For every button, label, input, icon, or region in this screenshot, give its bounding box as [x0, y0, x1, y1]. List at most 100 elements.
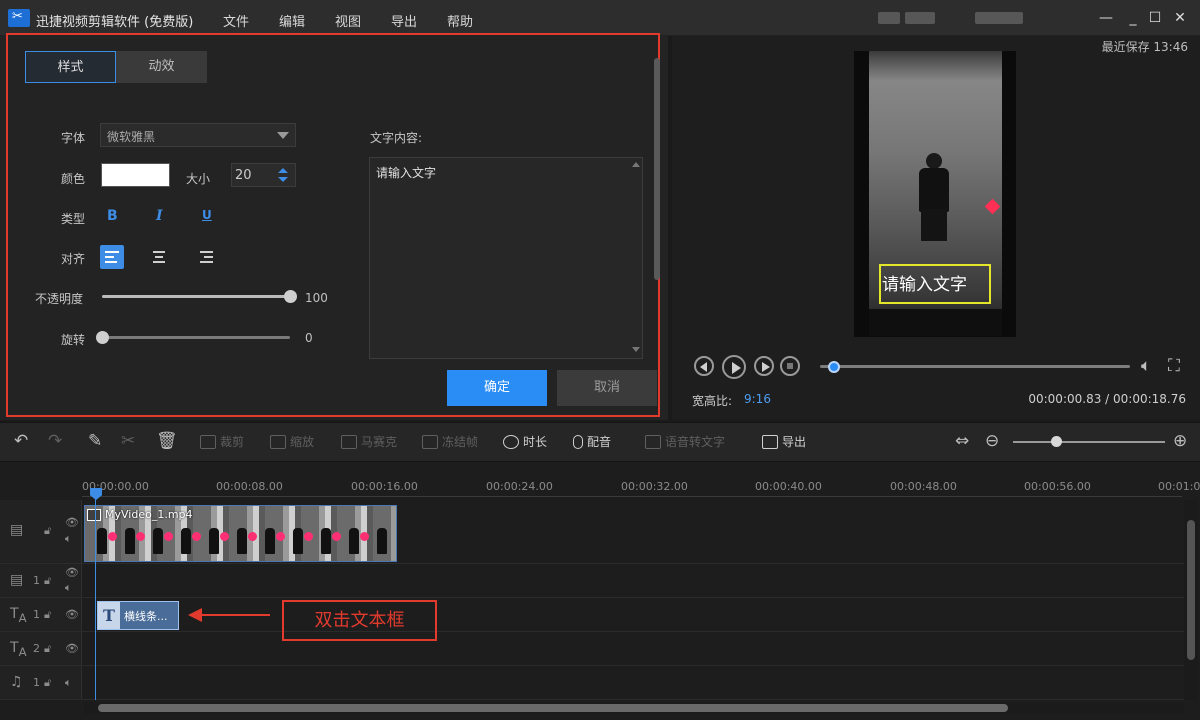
delete-icon[interactable]: 🗑︎: [156, 431, 178, 451]
ruler-tick: 00:00:24.00: [486, 480, 553, 493]
video-clip[interactable]: MyVideo_1.mp4: [84, 505, 397, 562]
mosaic-label: 马赛克: [361, 435, 398, 449]
font-select[interactable]: 微软雅黑: [100, 123, 296, 147]
textarea-scrollbar[interactable]: [632, 162, 640, 352]
menu-view[interactable]: 视图: [335, 11, 361, 30]
horizontal-scrollbar-thumb[interactable]: [98, 704, 1008, 712]
menu-file[interactable]: 文件: [223, 11, 249, 30]
color-picker[interactable]: [101, 163, 170, 187]
close-icon[interactable]: ✕: [1171, 9, 1189, 27]
underline-button[interactable]: U: [202, 208, 212, 222]
zoom-out-icon[interactable]: ⊖: [985, 431, 999, 451]
text-content-value: 请输入文字: [376, 166, 437, 180]
menu-export[interactable]: 导出: [391, 11, 417, 30]
eye-icon[interactable]: 👁︎: [65, 566, 79, 579]
stop-icon[interactable]: [780, 356, 800, 376]
speaker-icon[interactable]: 🔈︎: [65, 581, 72, 595]
panel-scrollbar[interactable]: [653, 46, 661, 360]
rotation-slider[interactable]: [102, 336, 290, 339]
align-center-button[interactable]: [147, 245, 171, 269]
opacity-slider[interactable]: [102, 295, 290, 298]
text-track-2[interactable]: TA 2 🔓︎ 👁︎: [0, 632, 1184, 666]
align-right-button[interactable]: [194, 245, 218, 269]
align-left-button[interactable]: [100, 245, 124, 269]
dub-button[interactable]: 配音: [573, 433, 611, 450]
freeze-frame-button[interactable]: 冻结帧: [422, 433, 478, 450]
mosaic-button[interactable]: 马赛克: [341, 433, 397, 450]
play-icon[interactable]: [722, 355, 746, 379]
video-clip-name: MyVideo_1.mp4: [105, 508, 193, 521]
crop-button[interactable]: 裁剪: [200, 433, 244, 450]
speech-to-text-button[interactable]: 语音转文字: [645, 433, 725, 450]
lock-icon[interactable]: 🔓︎: [44, 676, 51, 690]
lock-icon[interactable]: 🔓︎: [44, 642, 51, 656]
redo-icon[interactable]: ↷: [48, 431, 62, 451]
speaker-icon[interactable]: 🔈︎: [65, 676, 72, 690]
lock-icon[interactable]: 🔓︎: [44, 574, 51, 588]
annotation-arrow: [188, 608, 270, 622]
zoom-button[interactable]: 缩放: [270, 433, 314, 450]
export-label: 导出: [782, 435, 807, 449]
next-frame-icon[interactable]: [754, 356, 774, 376]
minimize-to-tray-icon[interactable]: _: [1124, 9, 1142, 27]
lock-icon[interactable]: 🔓︎: [44, 524, 51, 538]
video-top-gradient: [869, 51, 1002, 81]
fit-timeline-icon[interactable]: ⇔: [955, 431, 969, 451]
export-icon: [762, 435, 778, 449]
previous-frame-icon[interactable]: [694, 356, 714, 376]
speaker-icon[interactable]: 🔈︎: [65, 532, 72, 546]
timeline-zoom-handle[interactable]: [1051, 436, 1062, 447]
undo-icon[interactable]: ↶: [14, 431, 28, 451]
dub-label: 配音: [587, 435, 612, 449]
size-stepper[interactable]: 20: [231, 163, 296, 187]
panel-scrollbar-thumb[interactable]: [654, 58, 660, 280]
text-content-input[interactable]: 请输入文字: [369, 157, 643, 359]
eye-icon[interactable]: 👁︎: [65, 642, 79, 655]
volume-icon[interactable]: 🔈︎: [1141, 356, 1151, 376]
title-bar: 迅捷视频剪辑软件 (免费版) 文件 编辑 视图 导出 帮助 — _ ☐ ✕: [0, 0, 1200, 36]
size-label: 大小: [186, 172, 211, 186]
user-avatar[interactable]: [878, 12, 900, 24]
decrement-icon[interactable]: [278, 177, 288, 182]
export-button[interactable]: 导出: [762, 433, 806, 450]
cut-icon[interactable]: ✂: [121, 431, 135, 451]
app-logo-icon: [8, 9, 30, 27]
zoom-in-icon[interactable]: ⊕: [1173, 431, 1187, 451]
timeline-zoom-slider[interactable]: [1013, 441, 1165, 443]
timeline-vertical-scrollbar[interactable]: [1184, 500, 1198, 700]
fullscreen-icon[interactable]: ⛶: [1168, 356, 1180, 376]
opacity-slider-handle[interactable]: [284, 290, 297, 303]
edit-icon[interactable]: ✎: [88, 431, 102, 451]
track-number: 1: [33, 608, 40, 621]
timeline-horizontal-scrollbar[interactable]: [84, 702, 1184, 714]
increment-icon[interactable]: [278, 168, 288, 173]
vertical-scrollbar-thumb[interactable]: [1187, 520, 1195, 660]
cancel-button[interactable]: 取消: [557, 370, 657, 406]
overlay-track[interactable]: ▤ 1 🔓︎ 👁︎ 🔈︎: [0, 564, 1184, 598]
eye-icon[interactable]: 👁︎: [65, 608, 79, 621]
playback-progress-handle[interactable]: [827, 361, 840, 373]
playback-progress-bar[interactable]: [820, 365, 1130, 368]
menu-edit[interactable]: 编辑: [279, 11, 305, 30]
duration-button[interactable]: 时长: [503, 433, 547, 450]
text-icon: TA: [10, 606, 27, 625]
aspect-ratio-value[interactable]: 9:16: [744, 392, 771, 406]
playhead-line: [95, 490, 96, 700]
video-person: [911, 153, 957, 241]
minimize-icon[interactable]: —: [1097, 9, 1115, 27]
text-clip[interactable]: T 横线条...: [97, 601, 179, 630]
rotation-slider-handle[interactable]: [96, 331, 109, 344]
bold-button[interactable]: B: [107, 208, 118, 224]
eye-icon[interactable]: 👁︎: [65, 516, 79, 529]
maximize-icon[interactable]: ☐: [1146, 9, 1164, 27]
video-bottom-bar: [869, 309, 1002, 336]
timeline-ruler[interactable]: [82, 496, 1182, 497]
tab-animation[interactable]: 动效: [116, 51, 207, 83]
duration-label: 时长: [523, 435, 548, 449]
lock-icon[interactable]: 🔓︎: [44, 608, 51, 622]
menu-help[interactable]: 帮助: [447, 11, 473, 30]
italic-button[interactable]: I: [156, 208, 163, 224]
tab-style[interactable]: 样式: [25, 51, 116, 83]
ok-button[interactable]: 确定: [447, 370, 547, 406]
audio-track[interactable]: ♫ 1 🔓︎ 🔈︎: [0, 666, 1184, 700]
